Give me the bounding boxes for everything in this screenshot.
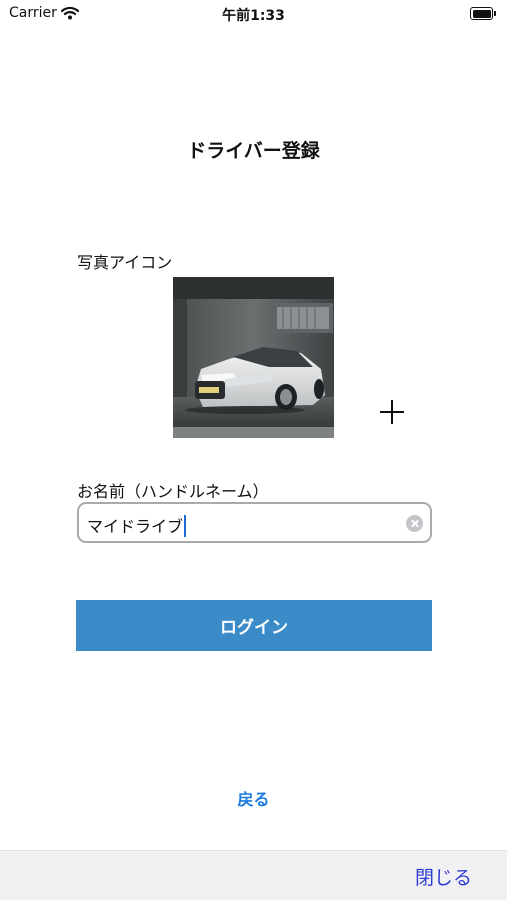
bottom-toolbar: 閉じる	[0, 850, 507, 900]
battery-icon	[470, 7, 496, 20]
close-button[interactable]: 閉じる	[415, 863, 472, 890]
handle-name-label: お名前（ハンドルネーム）	[77, 482, 269, 501]
handle-name-value: マイドライブ	[87, 513, 187, 537]
add-photo-button[interactable]	[378, 398, 406, 426]
clear-text-icon[interactable]	[406, 515, 423, 532]
photo-icon-label: 写真アイコン	[77, 253, 173, 272]
back-button[interactable]: 戻る	[0, 786, 507, 810]
profile-photo[interactable]	[173, 277, 334, 438]
login-button[interactable]: ログイン	[76, 600, 432, 651]
text-caret	[184, 515, 187, 537]
handle-name-input[interactable]: マイドライブ	[77, 502, 432, 543]
status-bar: Carrier 午前1:33	[0, 0, 507, 28]
page-title: ドライバー登録	[187, 140, 320, 162]
status-clock: 午前1:33	[222, 8, 285, 24]
